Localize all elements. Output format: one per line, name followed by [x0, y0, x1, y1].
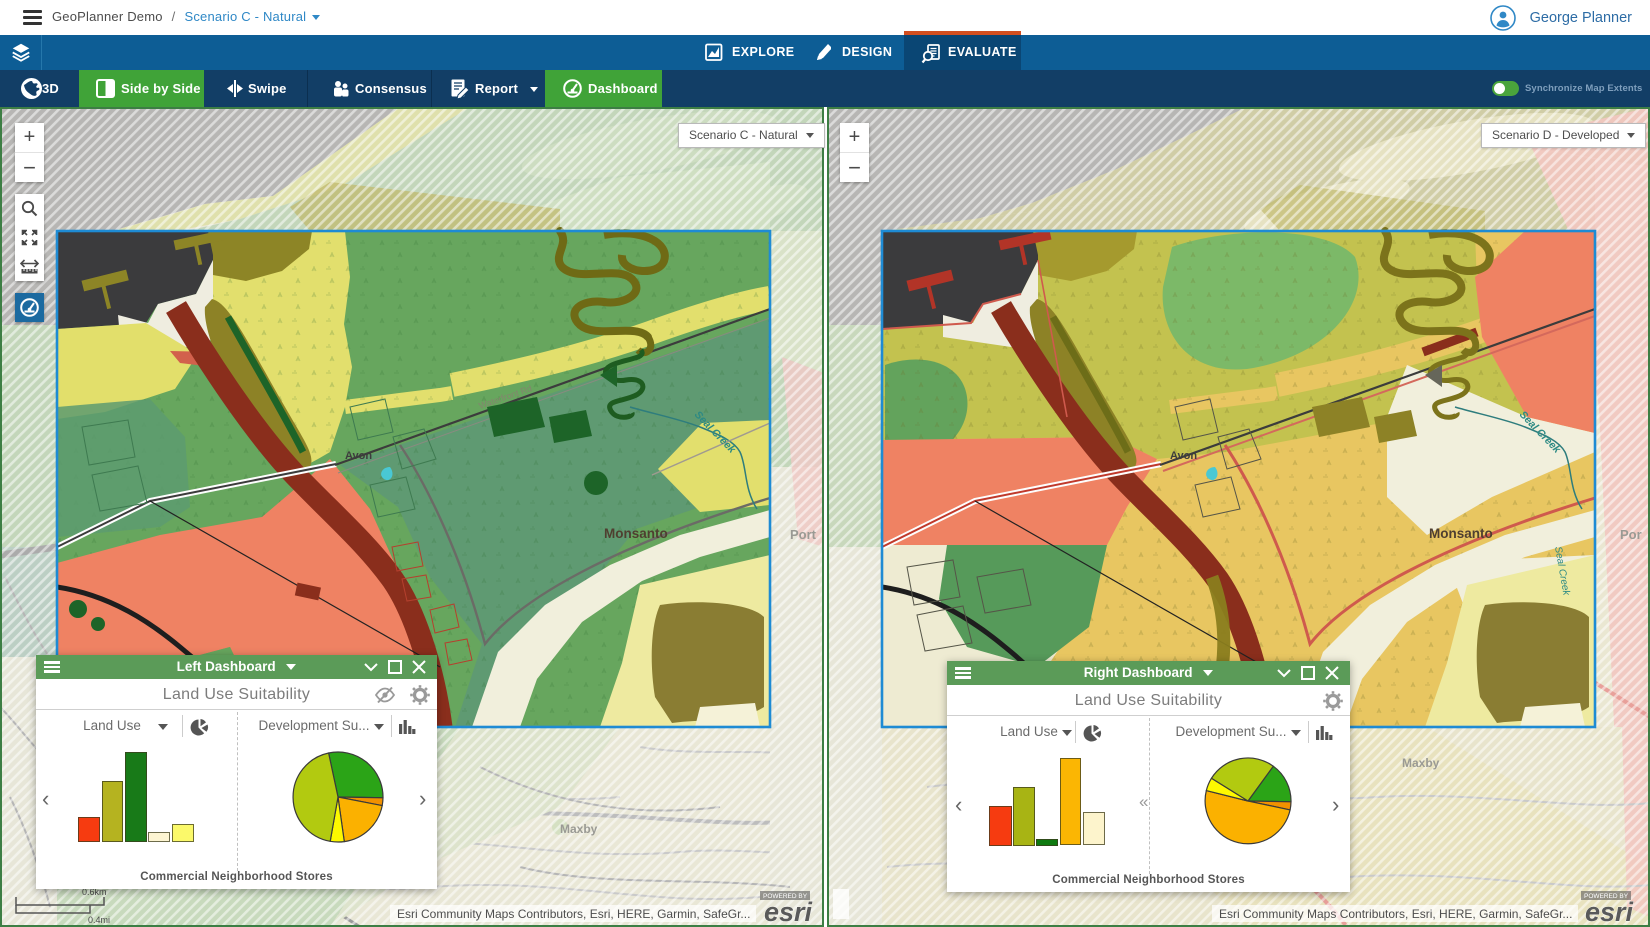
- svg-text:POWERED BY: POWERED BY: [763, 893, 808, 900]
- svg-text:0.4mi: 0.4mi: [88, 915, 110, 925]
- svg-text:esri: esri: [764, 897, 813, 927]
- svg-text:Avon: Avon: [1170, 450, 1197, 462]
- svg-text:POWERED BY: POWERED BY: [1584, 893, 1629, 900]
- svg-text:esri: esri: [1585, 897, 1634, 927]
- svg-text:Esri Community Maps Contributo: Esri Community Maps Contributors, Esri, …: [397, 907, 750, 921]
- svg-text:Avon: Avon: [345, 450, 372, 462]
- svg-text:Maxby: Maxby: [560, 822, 598, 836]
- svg-text:Maxby: Maxby: [1402, 756, 1440, 770]
- svg-text:Monsanto: Monsanto: [1429, 526, 1493, 541]
- svg-text:Esri Community Maps Contributo: Esri Community Maps Contributors, Esri, …: [1219, 907, 1572, 921]
- svg-text:Port: Port: [790, 527, 817, 542]
- svg-text:Monsanto: Monsanto: [604, 526, 668, 541]
- svg-text:Por: Por: [1620, 527, 1642, 542]
